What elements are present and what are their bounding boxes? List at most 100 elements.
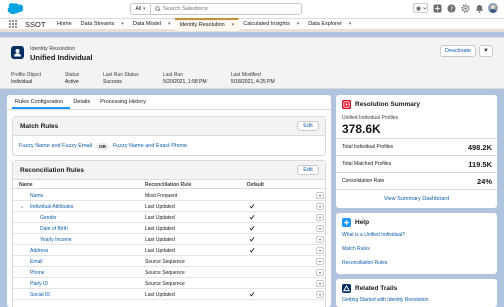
match-rule-link[interactable]: Fuzzy Name and Fuzzy Email [19,143,92,149]
summary-footer: View Summary Dashboard [336,189,497,208]
chevron-down-icon[interactable]: ▾ [121,21,124,27]
help-link-unified-individual[interactable]: What is a Unified Individual? [342,232,405,238]
chevron-down-icon[interactable]: ▾ [168,21,171,27]
match-rules-card: Match Rules Edit Fuzzy Name and Fuzzy Em… [12,116,326,156]
header-utility-icons: ? [413,3,498,13]
column-header-default[interactable]: Default [247,182,264,188]
tab-divider [7,109,331,110]
salesforce-logo-icon[interactable] [7,3,23,14]
row-rule: Last Updated [145,225,175,232]
deactivate-button[interactable]: Deactivate [440,45,476,57]
tabset: Rules Configuration Details Processing H… [12,99,153,109]
field-value: 5/18/2021, 4:25 PM [231,79,275,85]
nav-item-label: Data Explorer [308,21,342,27]
nav-item-label: Identity Resolution [179,22,225,28]
row-rule: Last Updated [145,236,175,243]
help-icon [342,218,351,227]
table-row: Name Most Frequent ▾ [13,190,325,201]
field-label: Status [65,72,80,78]
resolution-summary-card: Resolution Summary Unified Individual Pr… [336,95,497,208]
row-name-link[interactable]: Email [30,259,43,265]
row-actions-dropdown[interactable]: ▾ [316,214,324,221]
card-title: Reconciliation Rules [20,167,84,174]
field-value: Active [65,79,79,85]
record-actions-menu-button[interactable]: ▼ [479,45,493,57]
page-title: Unified Individual [30,53,93,62]
highlight-field-last-modified: Last Modified 5/18/2021, 4:25 PM [231,72,275,85]
row-name-link[interactable]: Date of Birth [40,226,68,232]
tabs-panel: Rules Configuration Details Processing H… [7,95,331,307]
card-header: Reconciliation Rules Edit [13,161,325,180]
search-scope-select[interactable]: All ▾ [131,4,151,14]
row-name-link[interactable]: Address [30,248,48,254]
edit-match-rules-button[interactable]: Edit [297,121,319,131]
summary-row-value: 24% [476,177,492,186]
row-actions-dropdown[interactable]: ▾ [316,247,324,254]
row-actions-dropdown[interactable]: ▾ [316,203,324,210]
checkmark-icon [249,203,255,209]
nav-item-data-streams[interactable]: Data Streams ▾ [77,18,129,31]
highlight-field-last-run: Last Run 5/20/2021, 1:58 PM [163,72,207,85]
chevron-down-icon[interactable]: ▾ [232,22,235,28]
summary-row-consolidation-rate: Consolidation Rate 24% [336,172,497,189]
help-question-icon[interactable]: ? [446,3,456,13]
row-actions-dropdown[interactable]: ▾ [316,192,324,199]
chevron-down-icon[interactable]: ▾ [349,21,352,27]
tab-rules-configuration[interactable]: Rules Configuration [12,99,71,109]
trail-link[interactable]: Getting Started with Identity Resolution [342,297,428,303]
notifications-bell-icon[interactable] [474,3,484,13]
row-rule: Most Frequent [145,192,178,199]
table-row: Date of Birth Last Updated ▾ [13,223,325,234]
row-rule: Source Sequence [145,269,185,276]
row-actions-dropdown[interactable]: ▾ [316,280,324,287]
user-avatar[interactable] [488,3,498,13]
help-link-match-rules[interactable]: Match Rules [342,246,370,252]
summary-row-total-matched: Total Matched Profiles 119.5K [336,155,497,172]
favorites-icon[interactable] [413,3,428,13]
row-name-link[interactable]: Name [30,193,43,199]
match-rule-link[interactable]: Fuzzy Name and Exact Phone [113,143,187,149]
app-launcher-icon[interactable] [8,19,18,29]
row-name-link[interactable]: Party ID [30,281,48,287]
global-header: All ▾ ? [0,0,504,19]
tab-details[interactable]: Details [70,99,97,109]
record-header: Identity Resolution Unified Individual D… [0,37,504,89]
nav-item-identity-resolution[interactable]: Identity Resolution ▾ [175,17,240,31]
row-actions-dropdown[interactable]: ▾ [316,258,324,265]
match-rules-list: Fuzzy Name and Fuzzy Email OR Fuzzy Name… [13,136,325,156]
search-scope-label: All [135,6,142,12]
nav-item-data-model[interactable]: Data Model ▾ [129,18,176,31]
row-actions-dropdown[interactable]: ▾ [316,291,324,298]
row-name-link[interactable]: Yearly Income [40,237,72,243]
search-input[interactable] [153,4,301,14]
row-name-link[interactable]: Individual Attributes [30,204,73,210]
global-add-icon[interactable] [432,3,442,13]
row-name-link[interactable]: Gender [40,215,57,221]
field-label: Last Modified [231,72,261,78]
view-summary-dashboard-link[interactable]: View Summary Dashboard [384,196,449,202]
column-header-name[interactable]: Name [19,182,33,188]
summary-row-value: 119.5K [468,160,492,169]
expand-chevron-icon[interactable]: ⌄ [20,204,24,210]
row-actions-dropdown[interactable]: ▾ [316,236,324,243]
nav-item-calculated-insights[interactable]: Calculated Insights ▾ [239,18,304,31]
row-actions-dropdown[interactable]: ▾ [316,225,324,232]
record-object-type: Identity Resolution [30,46,76,52]
chevron-down-icon[interactable]: ▾ [297,21,300,27]
highlight-field-profile-object: Profile Object Individual [11,72,41,85]
nav-item-home[interactable]: Home [53,18,77,31]
setup-gear-icon[interactable] [460,3,470,13]
column-header-rule[interactable]: Reconciliation Rule [145,182,191,188]
row-name-link[interactable]: Phone [30,270,44,276]
identity-resolution-icon [11,46,24,59]
edit-reconciliation-rules-button[interactable]: Edit [297,165,319,175]
row-actions-dropdown[interactable]: ▾ [316,269,324,276]
nav-item-data-explorer[interactable]: Data Explorer ▾ [304,18,356,31]
tab-processing-history[interactable]: Processing History [97,99,153,109]
or-badge: OR [96,142,109,150]
card-header: Match Rules Edit [13,117,325,136]
help-link-reconciliation-rules[interactable]: Reconciliation Rules [342,260,387,266]
table-row: Social ID Last Updated ▾ [13,289,325,300]
table-row: Email Source Sequence ▾ [13,256,325,267]
row-name-link[interactable]: Social ID [30,292,50,298]
